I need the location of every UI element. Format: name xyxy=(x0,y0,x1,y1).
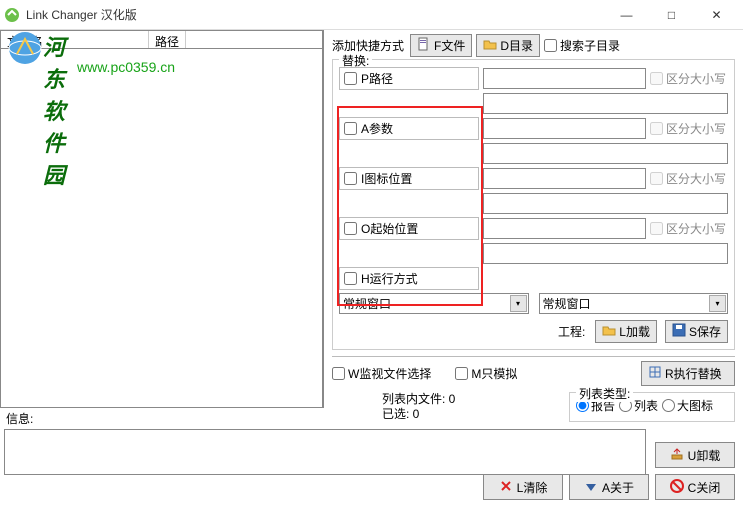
about-icon xyxy=(584,479,598,496)
column-filename[interactable]: 文件名 xyxy=(1,31,149,48)
maximize-button[interactable]: □ xyxy=(649,1,694,29)
stats: 列表内文件: 0 已选: 0 xyxy=(332,392,569,422)
unload-icon xyxy=(670,447,684,464)
file-list[interactable] xyxy=(0,49,323,408)
list-type-legend: 列表类型: xyxy=(576,385,633,402)
folder-open-icon xyxy=(602,323,616,340)
execute-replace-button[interactable]: R执行替换 xyxy=(641,361,735,386)
start-field[interactable]: O起始位置 xyxy=(339,217,479,240)
save-project-button[interactable]: S保存 xyxy=(665,320,728,343)
selected-count: 已选: 0 xyxy=(382,407,569,422)
project-label: 工程: xyxy=(558,323,585,340)
column-path[interactable]: 路径 xyxy=(149,31,186,48)
chevron-down-icon: ▾ xyxy=(709,295,726,312)
path-to-input[interactable] xyxy=(483,93,728,114)
runmode-field[interactable]: H运行方式 xyxy=(339,267,479,290)
app-icon xyxy=(4,7,20,23)
args-to-input[interactable] xyxy=(483,143,728,164)
list-header: 文件名 路径 xyxy=(0,30,323,49)
path-from-input[interactable] xyxy=(483,68,646,89)
unload-button[interactable]: U卸载 xyxy=(655,442,735,468)
close-icon xyxy=(670,479,684,496)
list-type-bigicon[interactable]: 大图标 xyxy=(662,397,713,414)
icon-to-input[interactable] xyxy=(483,193,728,214)
save-icon xyxy=(672,323,686,340)
replace-group: 替换: P路径 区分大小写 A参数 区分大小写 I图标位置 区分大小写 xyxy=(332,59,735,350)
simulate-checkbox[interactable]: M只模拟 xyxy=(455,365,517,382)
path-field[interactable]: P路径 xyxy=(339,67,479,90)
start-from-input[interactable] xyxy=(483,218,646,239)
separator xyxy=(332,356,735,357)
minimize-button[interactable]: — xyxy=(604,1,649,29)
runmode-from-combo[interactable]: 常规窗口▾ xyxy=(339,293,529,314)
start-to-input[interactable] xyxy=(483,243,728,264)
clear-button[interactable]: L清除 xyxy=(483,474,563,500)
path-case-checkbox: 区分大小写 xyxy=(650,70,728,87)
icon-from-input[interactable] xyxy=(483,168,646,189)
file-icon xyxy=(417,37,431,54)
title-bar: Link Changer 汉化版 — □ ✕ xyxy=(0,0,743,30)
runmode-to-combo[interactable]: 常规窗口▾ xyxy=(539,293,729,314)
window-title: Link Changer 汉化版 xyxy=(26,6,604,23)
list-type-group: 列表类型: 报告 列表 大图标 xyxy=(569,392,735,422)
window-controls: — □ ✕ xyxy=(604,1,739,29)
about-button[interactable]: A关于 xyxy=(569,474,649,500)
add-dir-button[interactable]: D目录 xyxy=(476,34,540,57)
folder-icon xyxy=(483,37,497,54)
close-button[interactable]: C关闭 xyxy=(655,474,735,500)
search-subdir-checkbox[interactable]: 搜索子目录 xyxy=(544,37,620,54)
start-case-checkbox: 区分大小写 xyxy=(650,220,728,237)
watch-file-checkbox[interactable]: W监视文件选择 xyxy=(332,365,431,382)
args-case-checkbox: 区分大小写 xyxy=(650,120,728,137)
apply-icon xyxy=(648,365,662,382)
listed-count: 列表内文件: 0 xyxy=(382,392,569,407)
icon-field[interactable]: I图标位置 xyxy=(339,167,479,190)
add-dir-label: D目录 xyxy=(500,37,533,54)
load-project-button[interactable]: L加载 xyxy=(595,320,657,343)
args-field[interactable]: A参数 xyxy=(339,117,479,140)
add-file-button[interactable]: F文件 xyxy=(410,34,472,57)
file-list-pane: 文件名 路径 xyxy=(0,30,324,408)
args-from-input[interactable] xyxy=(483,118,646,139)
add-file-label: F文件 xyxy=(434,37,465,54)
clear-icon xyxy=(499,479,513,496)
close-window-button[interactable]: ✕ xyxy=(694,1,739,29)
icon-case-checkbox: 区分大小写 xyxy=(650,170,728,187)
chevron-down-icon: ▾ xyxy=(510,295,527,312)
